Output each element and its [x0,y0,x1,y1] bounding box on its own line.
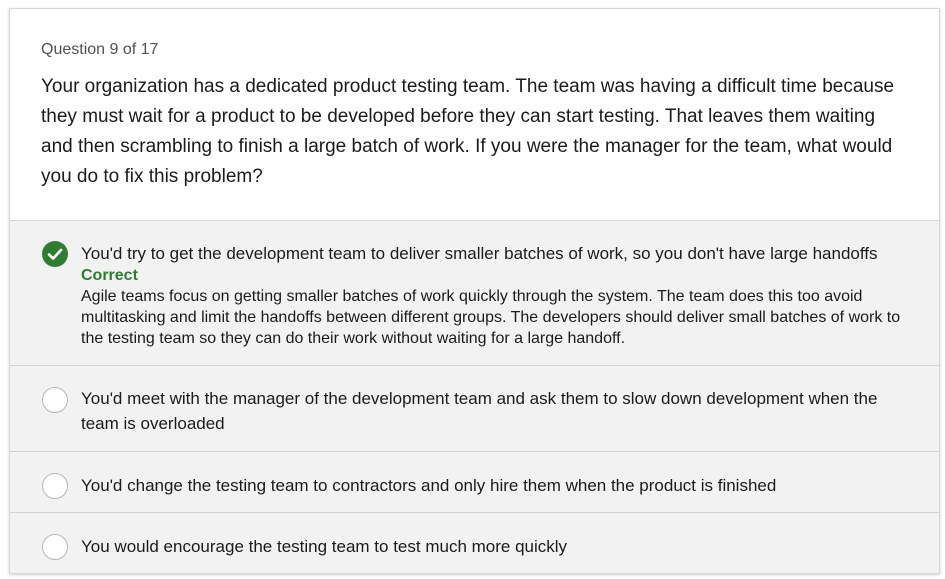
answer-option-text: You'd change the testing team to contrac… [81,476,777,495]
quiz-card: Question 9 of 17 Your organization has a… [9,8,940,574]
answer-explanation: Agile teams focus on getting smaller bat… [81,288,901,347]
radio-empty-icon[interactable] [42,473,68,499]
question-number: Question 9 of 17 [41,41,159,58]
question-header: Question 9 of 17 Your organization has a… [10,9,939,221]
answer-option-3[interactable]: You'd change the testing team to contrac… [10,452,939,513]
radio-empty-icon[interactable] [42,387,68,413]
question-text: Your organization has a dedicated produc… [41,76,895,187]
answer-option-4[interactable]: You would encourage the testing team to … [10,513,939,573]
answer-option-text: You'd meet with the manager of the devel… [81,389,878,433]
correct-label: Correct [81,267,138,284]
answer-option-text: You would encourage the testing team to … [81,537,568,556]
answer-option-text: You'd try to get the development team to… [81,244,878,263]
answer-options: You'd try to get the development team to… [10,221,939,573]
answer-option-1[interactable]: You'd try to get the development team to… [10,221,939,366]
checkmark-circle-icon [42,241,68,267]
answer-option-2[interactable]: You'd meet with the manager of the devel… [10,366,939,452]
radio-empty-icon[interactable] [42,534,68,560]
